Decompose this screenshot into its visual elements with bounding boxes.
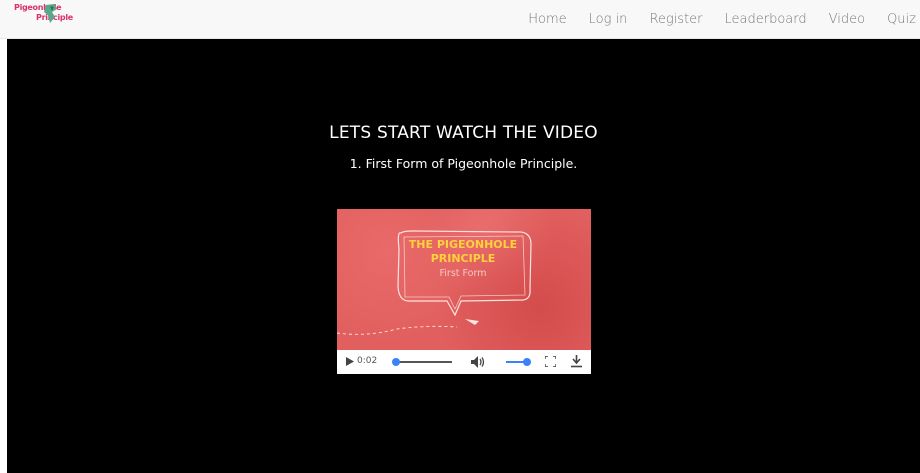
nav-leaderboard[interactable]: Leaderboard <box>714 12 818 27</box>
video-title-card: THE PIGEONHOLE PRINCIPLE First Form <box>399 233 527 299</box>
video-title-line2: PRINCIPLE <box>430 252 496 265</box>
download-icon[interactable] <box>571 355 582 368</box>
seek-bar[interactable] <box>394 361 452 363</box>
video-title-line1: THE PIGEONHOLE <box>408 238 518 251</box>
pigeon-icon <box>44 4 57 23</box>
nav-login[interactable]: Log in <box>578 12 639 27</box>
site-logo[interactable]: Pigeonhole Principle <box>14 3 74 29</box>
nav-video[interactable]: Video <box>818 12 876 27</box>
nav-links: Home Log in Register Leaderboard Video Q… <box>517 0 920 39</box>
volume-icon[interactable] <box>471 356 485 368</box>
video-subtitle: 1. First Form of Pigeonhole Principle. <box>349 156 578 171</box>
seek-handle[interactable] <box>392 358 400 366</box>
current-time: 0:02 <box>357 356 378 366</box>
nav-register[interactable]: Register <box>638 12 713 27</box>
volume-handle[interactable] <box>523 358 531 366</box>
page-heading: LETS START WATCH THE VIDEO <box>329 123 598 143</box>
video-controls: 0:02 <box>337 350 591 374</box>
video-frame[interactable]: THE PIGEONHOLE PRINCIPLE First Form <box>337 209 591 350</box>
nav-home[interactable]: Home <box>517 12 577 27</box>
fullscreen-icon[interactable] <box>545 356 556 367</box>
main-content: LETS START WATCH THE VIDEO 1. First Form… <box>7 39 920 473</box>
nav-quiz[interactable]: Quiz <box>876 12 920 27</box>
video-player[interactable]: THE PIGEONHOLE PRINCIPLE First Form 0:02 <box>337 209 591 374</box>
video-title-line3: First Form <box>439 268 487 279</box>
navbar: Pigeonhole Principle Home Log in Registe… <box>0 0 920 39</box>
play-icon[interactable] <box>346 357 354 366</box>
